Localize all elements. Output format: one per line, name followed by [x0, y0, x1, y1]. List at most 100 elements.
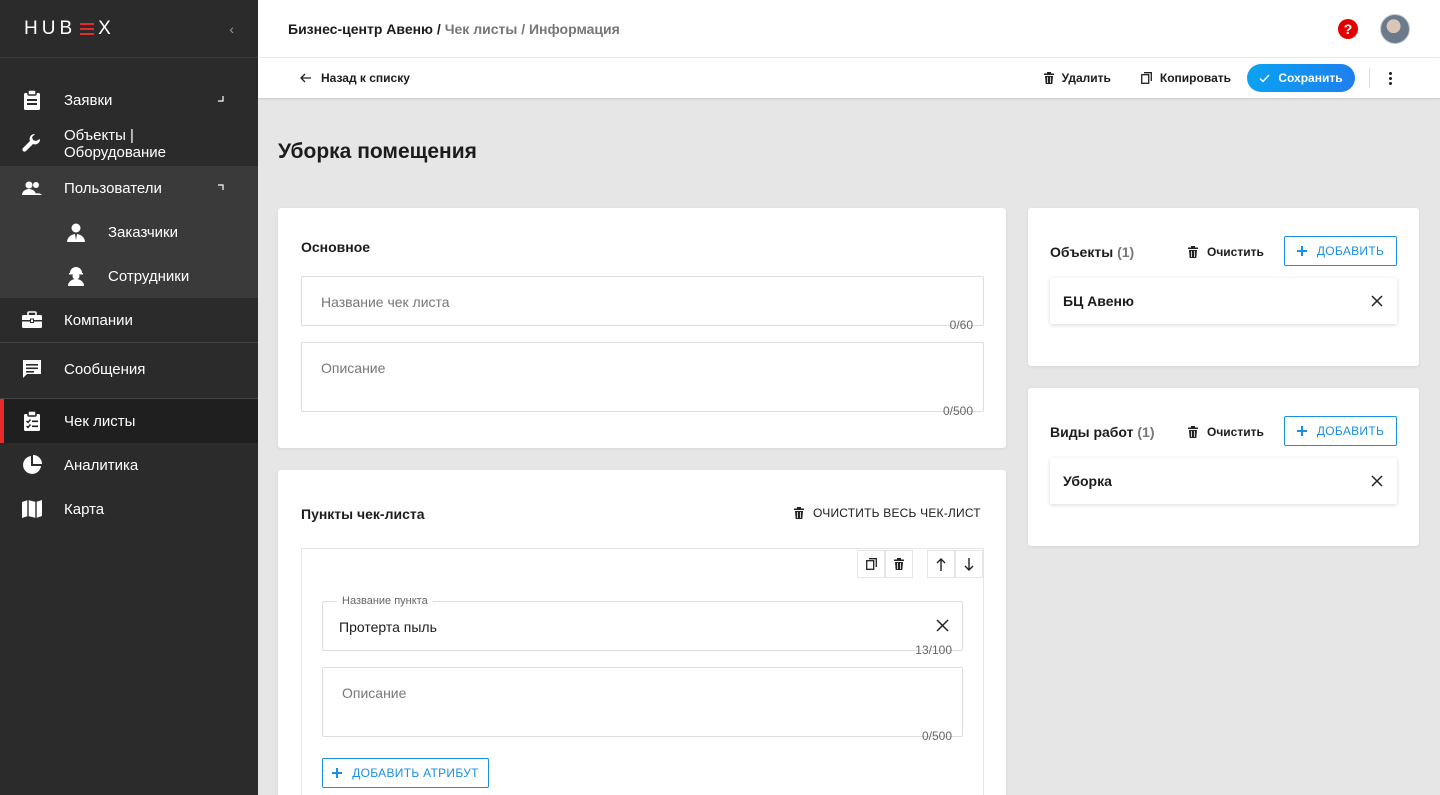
sidebar-item-checklists[interactable]: Чек листы [0, 399, 258, 443]
toolbar-tools: Удалить Копировать Сохранить [1014, 64, 1398, 92]
trash-icon [894, 558, 904, 570]
sidebar-item-users[interactable]: Пользователи [0, 166, 258, 210]
sidebar-item-companies[interactable]: Компании [0, 298, 258, 342]
move-down-button[interactable] [955, 550, 983, 578]
header-actions: ? [1338, 13, 1410, 44]
point-name-counter: 13/100 [915, 643, 952, 657]
collapse-sidebar-icon[interactable]: ‹ [229, 21, 234, 37]
sidebar-divider [0, 342, 258, 343]
arrow-left-icon [300, 73, 311, 83]
action-toolbar: Назад к списку Удалить Копировать Сохран… [258, 58, 1440, 98]
sidebar-item-label: Сообщения [64, 360, 146, 378]
work-types-count: (1) [1137, 424, 1155, 440]
objects-card: Объекты (1) Очистить ДОБАВИТЬ БЦ Авеню [1028, 208, 1419, 366]
wrench-icon [22, 134, 42, 154]
copy-button[interactable]: Копировать [1140, 71, 1231, 85]
logo: HUB X [24, 17, 115, 39]
point-description-field[interactable]: Описание [322, 667, 963, 737]
clear-objects-button[interactable]: Очистить [1188, 245, 1264, 259]
delete-point-button[interactable] [885, 550, 913, 578]
clear-objects-label: Очистить [1207, 245, 1264, 259]
add-work-type-label: ДОБАВИТЬ [1316, 424, 1385, 438]
save-button[interactable]: Сохранить [1247, 64, 1355, 92]
work-types-title-text: Виды работ [1050, 424, 1134, 440]
more-options-icon[interactable] [1382, 71, 1398, 85]
duplicate-point-button[interactable] [857, 550, 885, 578]
check-icon [1259, 74, 1270, 83]
clear-all-label: ОЧИСТИТЬ ВЕСЬ ЧЕК-ЛИСТ [813, 506, 981, 520]
clear-field-icon[interactable] [936, 619, 949, 632]
objects-title-text: Объекты [1050, 244, 1114, 260]
arrow-down-icon [964, 557, 974, 571]
sidebar-item-map[interactable]: Карта [0, 487, 258, 531]
objects-title: Объекты (1) [1050, 244, 1134, 260]
checklist-name-placeholder: Название чек листа [321, 294, 450, 310]
clear-all-checklist-button[interactable]: ОЧИСТИТЬ ВЕСЬ ЧЕК-ЛИСТ [794, 506, 981, 520]
sidebar-item-label: Компании [64, 311, 133, 329]
map-icon [22, 499, 42, 519]
remove-work-type-icon[interactable] [1371, 475, 1383, 487]
sidebar-item-objects[interactable]: Объекты | Оборудование [0, 122, 258, 166]
users-icon [22, 178, 42, 198]
checklist-description-counter: 0/500 [942, 404, 973, 418]
top-header: Бизнес-центр Авеню / Чек листы / Информа… [258, 0, 1440, 58]
delete-button[interactable]: Удалить [1043, 71, 1111, 85]
trash-icon [1188, 246, 1198, 258]
clear-work-types-button[interactable]: Очистить [1188, 425, 1264, 439]
basic-info-card: Основное Название чек листа 0/60 Описани… [278, 208, 1006, 448]
sidebar-item-messages[interactable]: Сообщения [0, 347, 258, 391]
plus-icon [332, 768, 343, 778]
help-icon[interactable]: ? [1338, 18, 1358, 39]
add-object-button[interactable]: ДОБАВИТЬ [1284, 236, 1397, 266]
sidebar-item-requests[interactable]: Заявки [0, 78, 258, 122]
basic-info-title: Основное [301, 239, 371, 255]
checklist-description-placeholder: Описание [321, 360, 386, 376]
checklist-name-field[interactable]: Название чек листа [301, 276, 984, 326]
sidebar-item-employees[interactable]: Сотрудники [0, 254, 258, 298]
clear-work-types-label: Очистить [1207, 425, 1264, 439]
work-type-chip-label: Уборка [1063, 473, 1112, 489]
checklist-point-item: Название пункта Протерта пыль 13/100 Опи… [301, 548, 984, 795]
back-to-list-button[interactable]: Назад к списку [300, 71, 410, 85]
add-attribute-button[interactable]: ДОБАВИТЬ АТРИБУТ [322, 758, 489, 788]
back-label: Назад к списку [321, 71, 410, 85]
sidebar-nav: Заявки Объекты | Оборудование Пользовате… [0, 58, 258, 531]
objects-count: (1) [1117, 244, 1135, 260]
point-name-field[interactable]: Название пункта Протерта пыль [322, 595, 963, 651]
add-work-type-button[interactable]: ДОБАВИТЬ [1284, 416, 1397, 446]
move-up-button[interactable] [927, 550, 955, 578]
avatar[interactable] [1380, 13, 1410, 44]
sidebar-item-label: Пользователи [64, 179, 162, 197]
checklist-description-field[interactable]: Описание [301, 342, 984, 412]
point-actions-right [927, 550, 983, 578]
corner-down-icon [218, 96, 224, 102]
work-types-card: Виды работ (1) Очистить ДОБАВИТЬ Уборка [1028, 388, 1419, 546]
checklist-points-card: Пункты чек-листа ОЧИСТИТЬ ВЕСЬ ЧЕК-ЛИСТ … [278, 470, 1006, 795]
sidebar-item-label: Заявки [64, 91, 113, 109]
object-chip-label: БЦ Авеню [1063, 293, 1134, 309]
sidebar-item-label: Чек листы [64, 412, 136, 430]
message-icon [22, 359, 42, 379]
sidebar-item-label: Заказчики [108, 223, 178, 241]
work-type-chip: Уборка [1050, 458, 1397, 504]
breadcrumb-path[interactable]: Чек листы / Информация [445, 21, 620, 37]
checklist-name-counter: 0/60 [949, 318, 973, 332]
save-label: Сохранить [1278, 71, 1343, 85]
trash-icon [1188, 426, 1198, 438]
customer-icon [66, 222, 86, 242]
remove-object-icon[interactable] [1371, 295, 1383, 307]
sidebar-item-analytics[interactable]: Аналитика [0, 443, 258, 487]
trash-icon [1043, 72, 1054, 84]
worker-icon [66, 266, 86, 286]
checklist-icon [22, 411, 42, 431]
logo-row: HUB X ‹ [0, 0, 258, 58]
pie-chart-icon [22, 455, 42, 475]
sidebar-item-customers[interactable]: Заказчики [0, 210, 258, 254]
plus-icon [1296, 426, 1307, 436]
corner-up-icon [218, 184, 224, 190]
point-name-value: Протерта пыль [339, 619, 437, 635]
breadcrumb-current-object[interactable]: Бизнес-центр Авеню [288, 21, 433, 37]
sidebar-item-label: Карта [64, 500, 105, 518]
work-types-title: Виды работ (1) [1050, 424, 1155, 440]
page-title: Уборка помещения [278, 140, 477, 163]
